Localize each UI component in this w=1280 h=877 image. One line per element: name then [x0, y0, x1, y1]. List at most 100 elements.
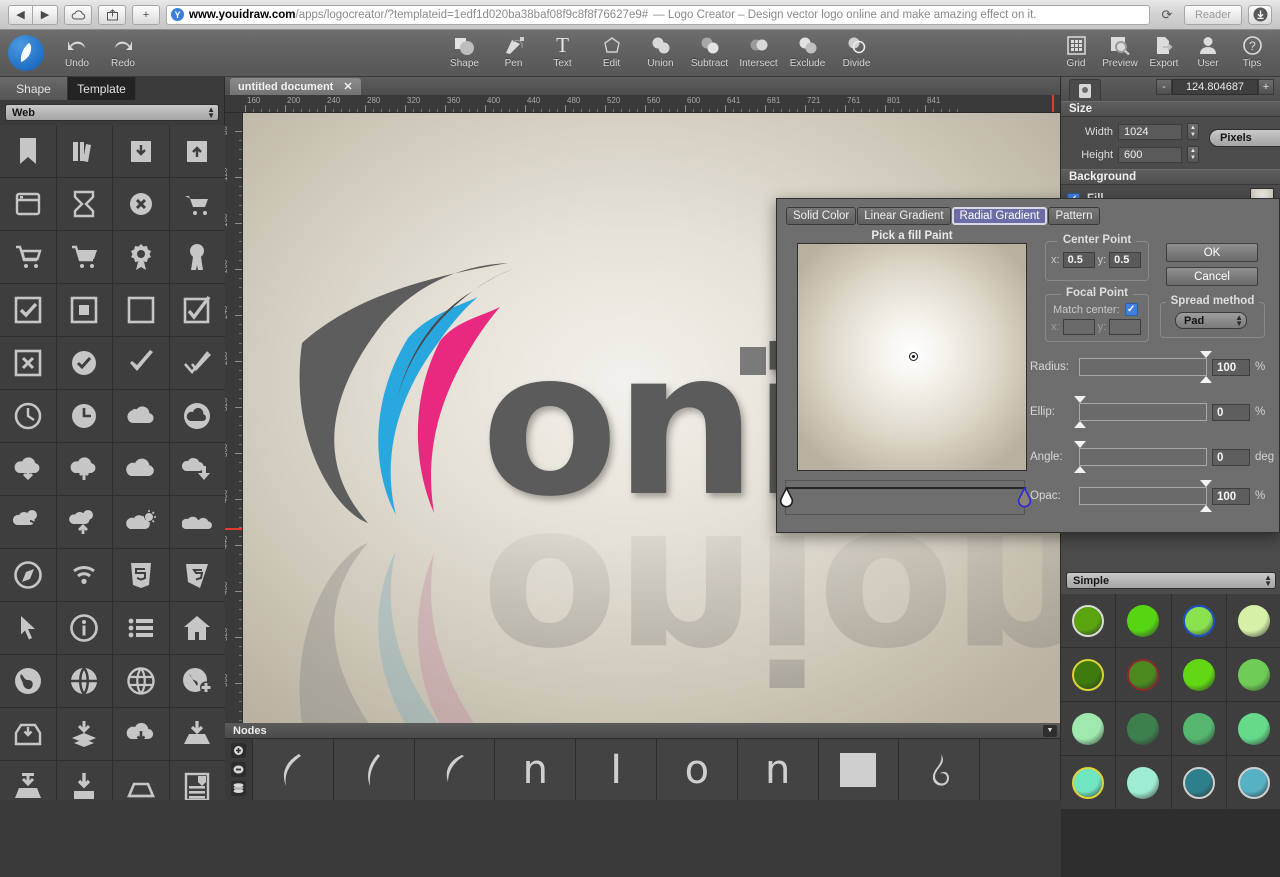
template-icon-cell[interactable] [169, 337, 225, 389]
focal-y-input[interactable] [1109, 319, 1142, 335]
gradient-stop-strip[interactable] [779, 480, 1032, 515]
slider-track[interactable] [1079, 351, 1212, 383]
slider-value-input[interactable]: 100 [1212, 358, 1250, 376]
template-icon-cell[interactable] [56, 496, 112, 548]
node-item[interactable]: I [575, 739, 656, 800]
template-icon-cell[interactable] [0, 337, 56, 389]
swatch-category-select[interactable]: Simple ▲ ▼ [1066, 572, 1276, 589]
template-icon-cell[interactable] [169, 390, 225, 442]
template-icon-cell[interactable] [113, 496, 169, 548]
template-icon-cell[interactable] [0, 178, 56, 230]
node-item[interactable]: n [736, 739, 818, 800]
template-icon-cell[interactable] [113, 708, 169, 760]
template-icon-cell[interactable] [56, 231, 112, 283]
ok-button[interactable]: OK [1166, 243, 1258, 262]
horizontal-ruler[interactable]: 160 200 240 280 320 360 400 440 480 520 560 600 641 6… [225, 95, 1060, 113]
slider-knob-bottom[interactable] [1200, 505, 1212, 512]
color-swatch[interactable] [1116, 648, 1171, 701]
color-swatch[interactable] [1116, 594, 1171, 647]
template-icon-cell[interactable] [113, 337, 169, 389]
template-icon-cell[interactable] [0, 602, 56, 654]
vertical-ruler[interactable]: 80 120 160 200 240 280 320 360 400 440 480 520 560 [225, 113, 243, 723]
chevron-down-icon[interactable]: ▼ [1043, 724, 1057, 737]
template-icon-cell[interactable] [0, 390, 56, 442]
template-icon-cell[interactable] [56, 655, 112, 707]
slider-knob-top[interactable] [1074, 441, 1086, 448]
template-icon-cell[interactable] [0, 655, 56, 707]
tool-divide[interactable]: Divide [832, 34, 881, 74]
template-icon-cell[interactable] [0, 125, 56, 177]
template-icon-cell[interactable] [169, 549, 225, 601]
node-item[interactable] [898, 739, 980, 800]
tool-subtract[interactable]: Subtract [685, 34, 734, 74]
color-swatch[interactable] [1171, 648, 1226, 701]
template-icon-cell[interactable] [0, 284, 56, 336]
reload-icon[interactable]: ⟳ [1156, 5, 1178, 25]
color-swatch[interactable] [1061, 756, 1116, 809]
color-swatch[interactable] [1226, 702, 1280, 755]
add-node-icon[interactable] [231, 743, 246, 758]
template-icon-cell[interactable] [56, 443, 112, 495]
width-input[interactable]: 1024 [1118, 123, 1182, 140]
template-icon-cell[interactable] [113, 655, 169, 707]
add-tab-button[interactable]: + [132, 4, 160, 25]
gradient-stop-handle[interactable] [1016, 486, 1033, 509]
template-icon-cell[interactable] [113, 443, 169, 495]
document-tab[interactable]: untitled document ✕ [230, 78, 361, 95]
color-swatch[interactable] [1116, 702, 1171, 755]
node-item[interactable] [817, 739, 899, 800]
back-arrow-icon[interactable]: ◀ [8, 4, 33, 25]
template-icon-cell[interactable] [113, 761, 169, 800]
template-icon-cell[interactable] [56, 284, 112, 336]
url-input[interactable]: Y www.youidraw.com /apps/logocreator/?te… [166, 4, 1150, 25]
tool-shape[interactable]: Shape [440, 34, 489, 74]
template-icon-cell[interactable] [113, 602, 169, 654]
tool-pen[interactable]: Pen [489, 34, 538, 74]
color-swatch[interactable] [1116, 756, 1171, 809]
template-icon-cell[interactable] [169, 496, 225, 548]
template-icon-cell[interactable] [169, 655, 225, 707]
gradient-stop-handle[interactable] [778, 486, 795, 509]
tool-user[interactable]: User [1186, 34, 1230, 74]
slider-knob-top[interactable] [1074, 396, 1086, 403]
color-swatch[interactable] [1226, 594, 1280, 647]
tab-template[interactable]: Template [68, 77, 136, 100]
color-swatch[interactable] [1061, 594, 1116, 647]
center-y-input[interactable]: 0.5 [1109, 252, 1142, 268]
node-item[interactable] [413, 739, 495, 800]
slider-track[interactable] [1074, 441, 1207, 473]
template-icon-cell[interactable] [56, 708, 112, 760]
height-stepper[interactable]: ▲ ▼ [1187, 146, 1199, 163]
focal-x-input[interactable] [1062, 319, 1095, 335]
template-icon-cell[interactable] [56, 602, 112, 654]
template-icon-cell[interactable] [56, 337, 112, 389]
slider-knob-top[interactable] [1200, 480, 1212, 487]
template-icon-cell[interactable] [113, 231, 169, 283]
tab-solid-color[interactable]: Solid Color [786, 207, 857, 225]
template-icon-cell[interactable] [113, 284, 169, 336]
tab-pattern[interactable]: Pattern [1048, 207, 1100, 225]
template-icon-cell[interactable] [0, 549, 56, 601]
template-category-select[interactable]: Web ▲ ▼ [5, 104, 219, 121]
slider-value-input[interactable]: 0 [1212, 448, 1250, 466]
gradient-center-handle[interactable] [909, 352, 918, 361]
tab-linear-gradient[interactable]: Linear Gradient [857, 207, 951, 225]
template-icon-cell[interactable] [169, 178, 225, 230]
selected-rect-node[interactable] [740, 347, 766, 375]
template-icon-cell[interactable] [0, 443, 56, 495]
color-swatch[interactable] [1171, 702, 1226, 755]
template-icon-cell[interactable] [113, 125, 169, 177]
template-icon-cell[interactable] [169, 125, 225, 177]
node-item[interactable] [332, 739, 414, 800]
tool-edit[interactable]: Edit [587, 34, 636, 74]
icloud-icon[interactable] [64, 4, 92, 25]
tool-text[interactable]: T Text [538, 33, 587, 74]
template-icon-cell[interactable] [113, 390, 169, 442]
color-swatch[interactable] [1171, 594, 1226, 647]
redo-button[interactable]: Redo [100, 34, 146, 74]
template-icon-cell[interactable] [56, 549, 112, 601]
tool-exclude[interactable]: Exclude [783, 34, 832, 74]
template-icon-cell[interactable] [169, 708, 225, 760]
node-item[interactable] [252, 739, 333, 800]
slider-knob-bottom[interactable] [1074, 421, 1086, 428]
